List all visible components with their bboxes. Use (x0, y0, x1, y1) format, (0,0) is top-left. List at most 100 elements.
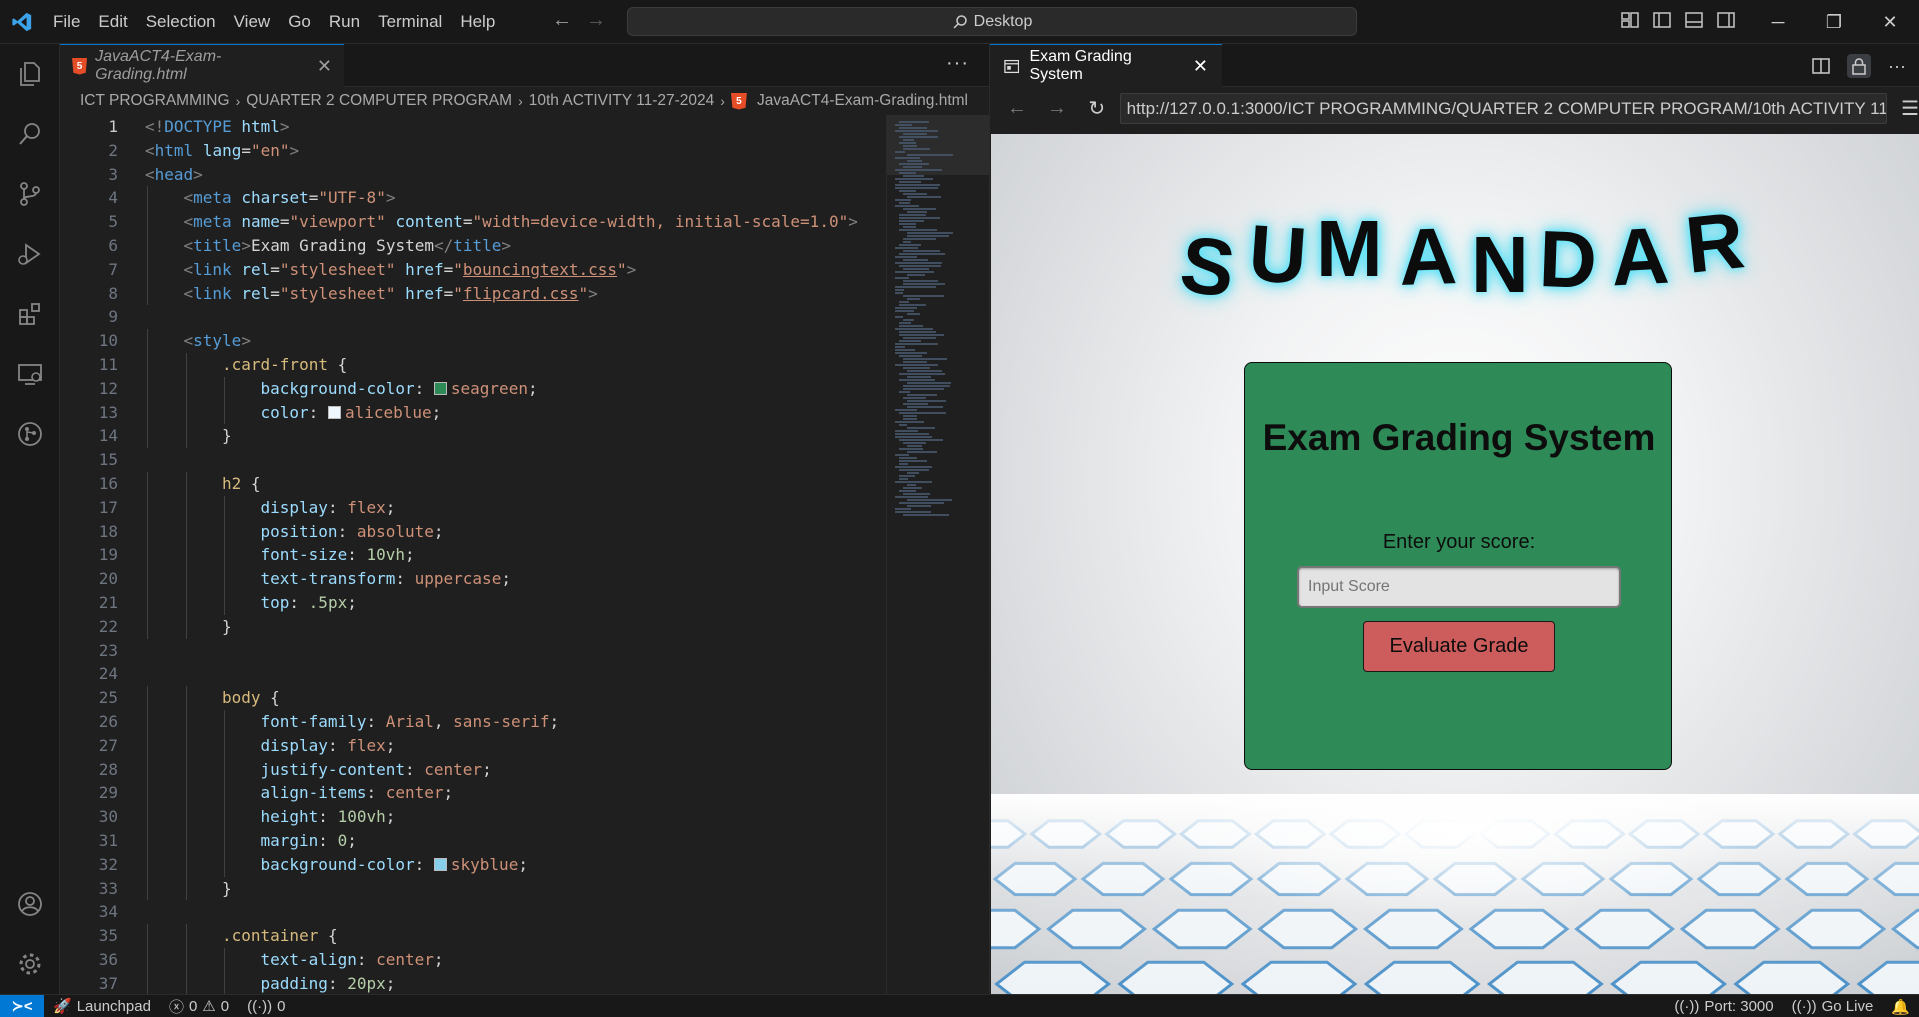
code-text: <link rel="stylesheet" href="bouncingtex… (183, 259, 637, 279)
accounts-icon[interactable] (10, 884, 50, 924)
code-text: top: .5px; (260, 592, 357, 612)
notifications-bell-icon[interactable]: 🔔 (1882, 998, 1919, 1016)
browser-tab-active[interactable]: Exam Grading System ✕ (990, 44, 1222, 87)
line-number: 14 (98, 426, 118, 446)
menu-item-help[interactable]: Help (451, 0, 504, 44)
code-line: 10 <style> (60, 329, 886, 353)
code-text: } (222, 878, 232, 898)
line-number: 36 (98, 949, 118, 969)
command-center-search[interactable]: Desktop (627, 7, 1357, 36)
breadcrumb-item[interactable]: QUARTER 2 COMPUTER PROGRAM (246, 92, 512, 110)
heading-letter: R (1681, 195, 1749, 290)
settings-gear-icon[interactable] (10, 944, 50, 984)
status-bar: ≻< 🚀 Launchpad ⓧ 0 ⚠ 0 ((·)) 0 ((·)) Port: 3… (0, 994, 1919, 1017)
more-actions-browser-icon[interactable]: ··· (1885, 54, 1909, 78)
code-text: justify-content: center; (260, 759, 492, 779)
menu-item-view[interactable]: View (225, 0, 280, 44)
split-editor-icon[interactable] (1809, 54, 1833, 78)
rocket-icon: 🚀 (53, 998, 72, 1015)
breadcrumb-item[interactable]: ICT PROGRAMMING (80, 92, 230, 110)
evaluate-grade-button[interactable]: Evaluate Grade (1363, 621, 1555, 672)
menu-item-go[interactable]: Go (279, 0, 320, 44)
line-number: 28 (98, 759, 118, 779)
code-line: 14} (60, 424, 886, 449)
code-text: <link rel="stylesheet" href="flipcard.cs… (183, 283, 598, 303)
reload-icon[interactable]: ↻ (1080, 96, 1114, 121)
line-number: 20 (98, 569, 118, 589)
launchpad-item[interactable]: 🚀 Launchpad (44, 997, 160, 1016)
heading-letter: A (1397, 211, 1459, 302)
code-text: display: flex; (260, 735, 396, 755)
code-text: height: 100vh; (260, 807, 396, 827)
source-control-icon[interactable] (10, 174, 50, 214)
code-text: text-transform: uppercase; (260, 569, 511, 589)
color-swatch-icon[interactable] (327, 405, 341, 419)
back-arrow-icon[interactable]: ← (552, 9, 572, 32)
customize-layout-icon[interactable] (1620, 10, 1640, 30)
code-line: 19 font-size: 10vh; (60, 543, 886, 568)
browser-forward-icon[interactable]: → (1040, 97, 1074, 120)
close-browser-tab-icon[interactable]: ✕ (1193, 56, 1208, 77)
search-icon (953, 14, 967, 29)
menu-item-selection[interactable]: Selection (137, 0, 225, 44)
menu-item-run[interactable]: Run (320, 0, 369, 44)
menu-item-edit[interactable]: Edit (89, 0, 136, 44)
url-input[interactable]: http://127.0.0.1:3000/ICT PROGRAMMING/QU… (1119, 93, 1888, 124)
code-line: 2 <html lang="en"> (60, 139, 886, 163)
line-number: 32 (98, 854, 118, 874)
restore-icon[interactable]: ❐ (1806, 0, 1862, 44)
breadcrumb-item[interactable]: JavaACT4-Exam-Grading.html (757, 92, 968, 110)
code-line: 36 text-align: center; (60, 947, 886, 972)
code-text: } (222, 426, 232, 446)
run-debug-icon[interactable] (10, 234, 50, 274)
minimize-icon[interactable]: ─ (1750, 0, 1806, 44)
ports-item[interactable]: ((·)) 0 (238, 998, 294, 1015)
code-line: 34 (60, 900, 886, 924)
color-swatch-icon[interactable] (433, 857, 447, 871)
line-number: 10 (98, 331, 118, 351)
window-controls: ─ ❐ ✕ (1750, 0, 1918, 44)
search-sidebar-icon[interactable] (10, 114, 50, 154)
go-live-icon: ((·)) (1791, 998, 1817, 1015)
remote-explorer-icon[interactable] (10, 354, 50, 394)
toggle-primary-sidebar-icon[interactable] (1652, 10, 1672, 30)
editor-tabs: 5 JavaACT4-Exam-Grading.html ✕ ··· (60, 44, 989, 87)
toggle-secondary-sidebar-icon[interactable] (1716, 10, 1736, 30)
code-line: 25 body { (60, 686, 886, 710)
color-swatch-icon[interactable] (433, 381, 447, 395)
line-number: 15 (98, 450, 118, 470)
browser-back-icon[interactable]: ← (1000, 97, 1034, 120)
code-line: 27 display: flex; (60, 733, 886, 758)
problems-item[interactable]: ⓧ 0 ⚠ 0 (160, 996, 238, 1017)
line-number: 7 (108, 259, 118, 279)
code-line: 7 <link rel="stylesheet" href="bouncingte… (60, 257, 886, 282)
breadcrumb-item[interactable]: 10th ACTIVITY 11-27-2024 (529, 92, 715, 110)
go-live-button[interactable]: ((·)) Go Live (1783, 998, 1883, 1015)
toggle-panel-icon[interactable] (1684, 10, 1704, 30)
html5-file-icon: 5 (72, 57, 88, 75)
browser-menu-icon[interactable]: ☰ (1901, 96, 1919, 121)
heading-letter: A (1608, 210, 1672, 303)
code-editor[interactable]: 1 <!DOCTYPE html> 2 <html lang="en"> 3 <head>… (60, 115, 886, 994)
score-input[interactable]: Input Score (1297, 566, 1621, 608)
extensions-icon[interactable] (10, 294, 50, 334)
broadcast-icon: ((·)) (247, 997, 273, 1015)
editor-tab-active[interactable]: 5 JavaACT4-Exam-Grading.html ✕ (60, 44, 344, 87)
menu-item-file[interactable]: File (44, 0, 89, 44)
forward-arrow-icon[interactable]: → (586, 9, 606, 32)
code-text: <html lang="en"> (145, 140, 300, 160)
editor-group: 5 JavaACT4-Exam-Grading.html ✕ ··· ICT P… (60, 44, 990, 994)
lock-group-icon[interactable] (1847, 54, 1871, 78)
close-tab-icon[interactable]: ✕ (317, 56, 332, 77)
port-item[interactable]: ((·)) Port: 3000 (1665, 998, 1782, 1015)
line-number: 33 (98, 878, 118, 898)
code-text: <meta name="viewport" content="width=dev… (183, 212, 858, 232)
close-window-icon[interactable]: ✕ (1862, 0, 1918, 44)
more-actions-icon[interactable]: ··· (946, 52, 969, 75)
explorer-icon[interactable] (10, 54, 50, 94)
menu-item-terminal[interactable]: Terminal (369, 0, 451, 44)
minimap[interactable] (886, 115, 990, 994)
remote-indicator-icon[interactable]: ≻< (0, 994, 44, 1017)
port-broadcast-icon: ((·)) (1674, 998, 1700, 1015)
git-graph-icon[interactable] (10, 414, 50, 454)
